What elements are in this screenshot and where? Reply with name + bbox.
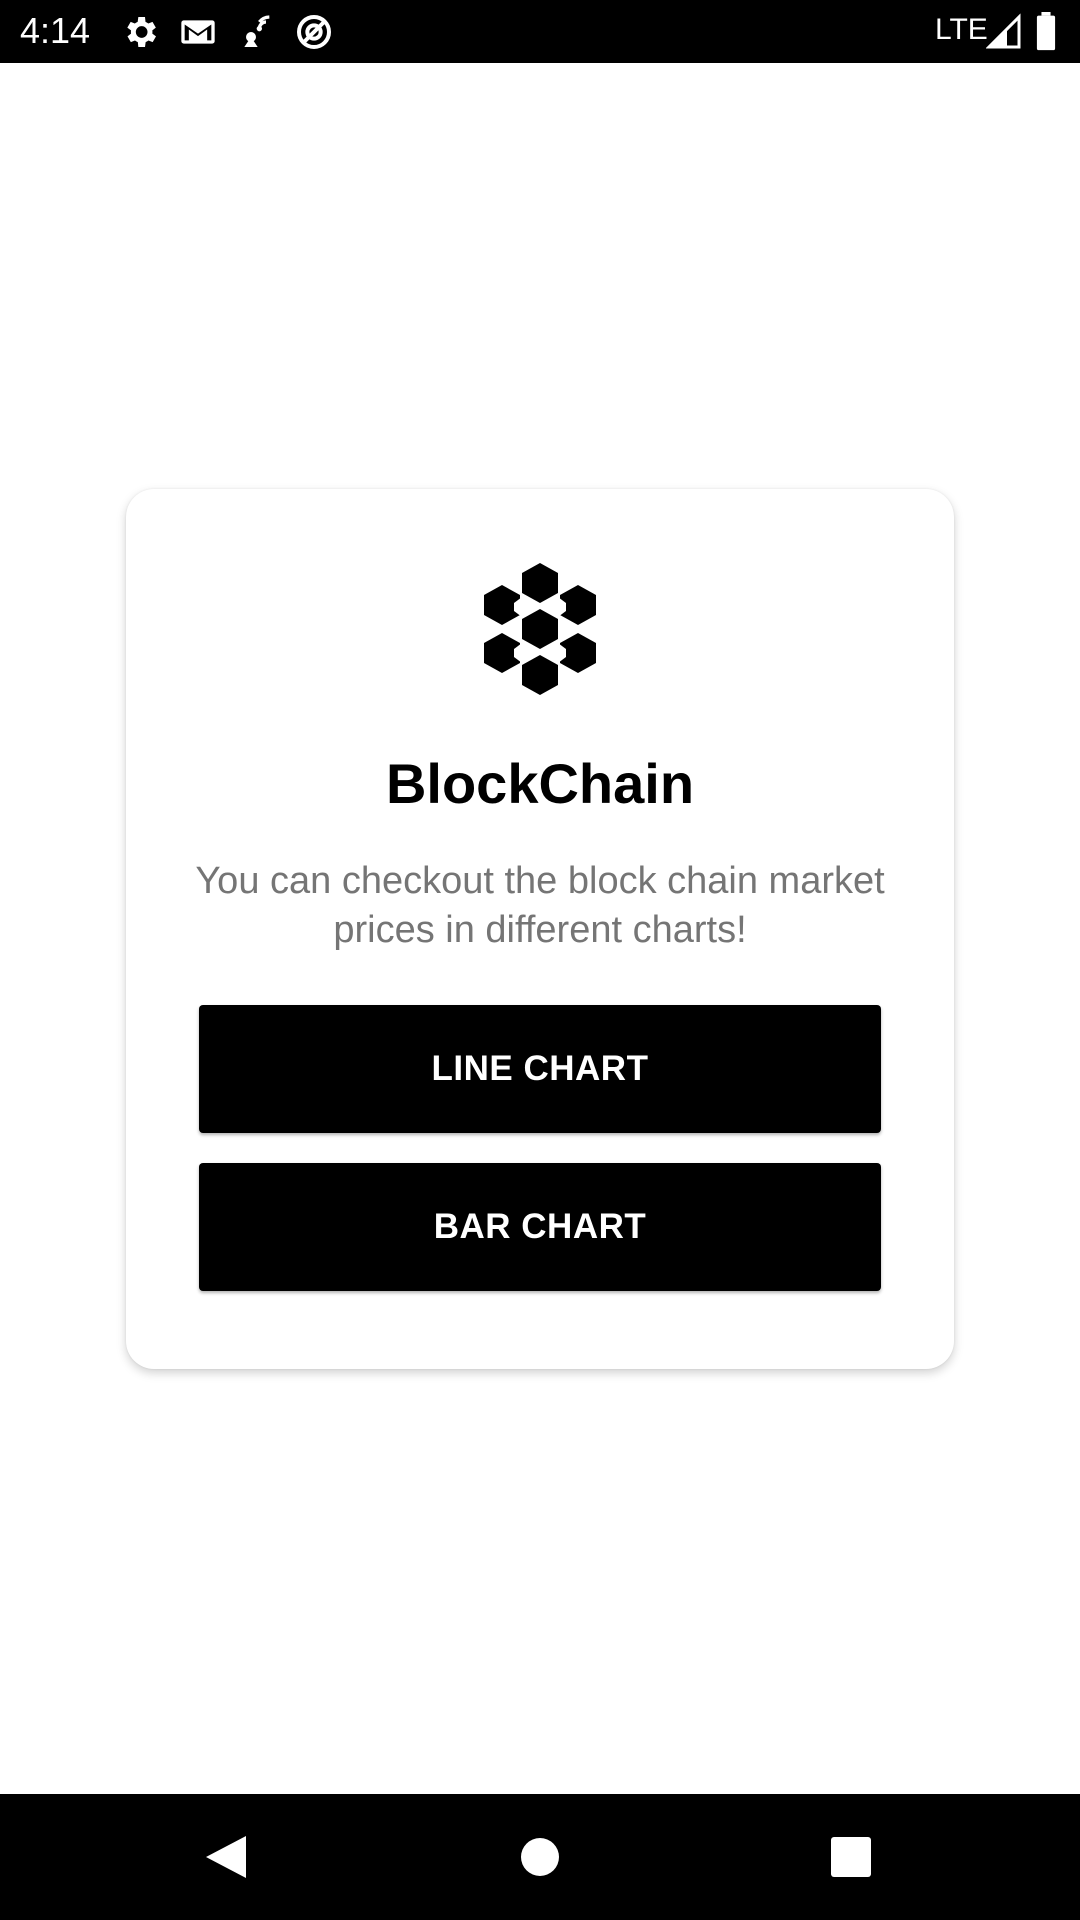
network-type: LTE bbox=[935, 13, 988, 46]
settings-icon bbox=[120, 12, 160, 52]
recents-icon[interactable] bbox=[816, 1822, 886, 1892]
do-not-disturb-icon bbox=[294, 12, 334, 52]
back-icon[interactable] bbox=[190, 1822, 260, 1892]
line-chart-button[interactable]: LINE CHART bbox=[199, 1005, 881, 1133]
gmail-icon bbox=[178, 12, 218, 52]
home-icon[interactable] bbox=[505, 1822, 575, 1892]
navigation-bar bbox=[0, 1794, 1080, 1920]
welcome-card: BlockChain You can checkout the block ch… bbox=[126, 489, 954, 1369]
app-description: You can checkout the block chain market … bbox=[195, 860, 885, 951]
bar-chart-button[interactable]: BAR CHART bbox=[199, 1163, 881, 1291]
battery-icon bbox=[1034, 12, 1062, 52]
hexagon-cluster-icon bbox=[480, 561, 600, 699]
app-title: BlockChain bbox=[385, 752, 695, 815]
screen: 4:14 LTE BlockChain You can checkout the… bbox=[0, 0, 1080, 1920]
status-time: 4:14 bbox=[20, 10, 91, 51]
status-bar: 4:14 LTE bbox=[0, 0, 1080, 63]
cell-signal-icon bbox=[985, 12, 1026, 52]
signal-tower-icon bbox=[236, 12, 276, 52]
